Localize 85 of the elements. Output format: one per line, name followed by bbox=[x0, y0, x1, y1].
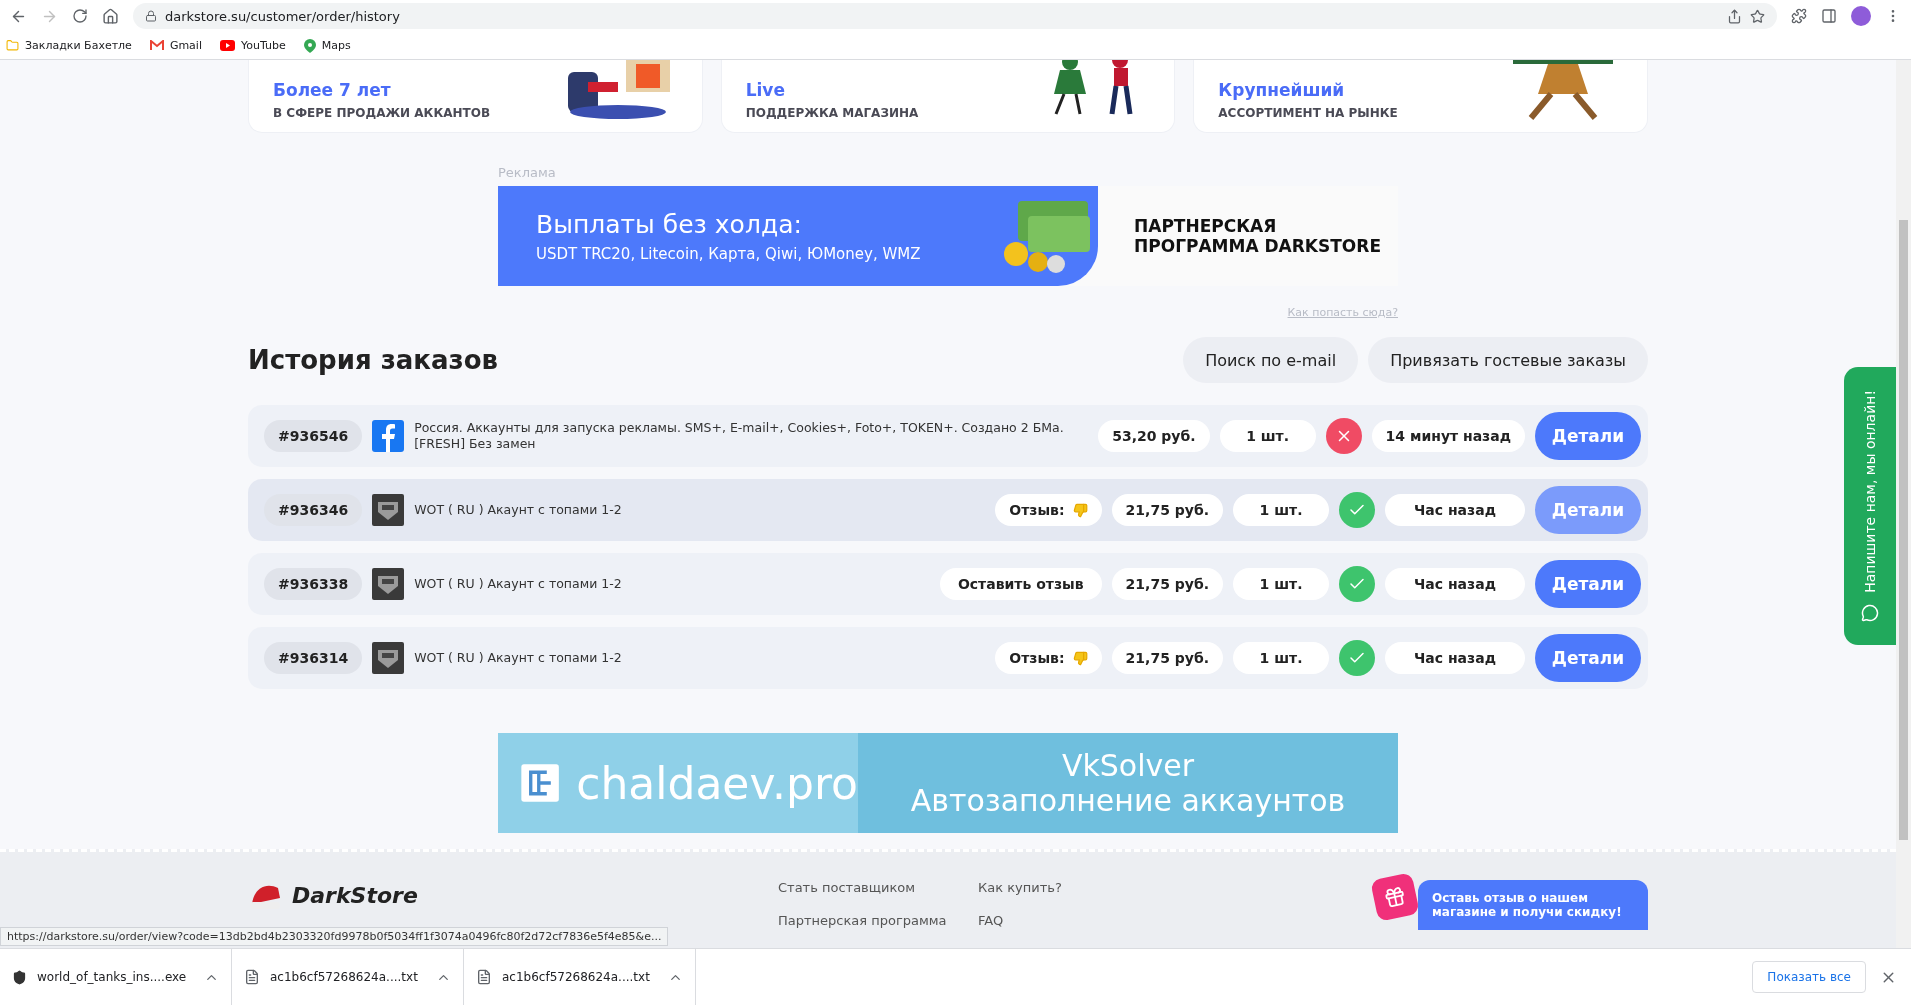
download-name: ac1b6cf57268624a....txt bbox=[502, 970, 651, 984]
bookmark-label: Maps bbox=[321, 39, 351, 52]
avatar[interactable] bbox=[1851, 6, 1871, 26]
ad-title: Выплаты без холда: bbox=[536, 209, 803, 239]
order-title: Россия. Аккаунты для запуска рекламы. SMS+, E-mail+, Cookies+, Foto+, TOKEN+. Создано 2 БМа. [FRESH] Без замен bbox=[414, 420, 1065, 452]
download-item[interactable]: ac1b6cf57268624a....txt bbox=[232, 949, 464, 1005]
ad-label: Реклама bbox=[498, 165, 557, 180]
review-promo-button[interactable]: Оставь отзыв о нашем магазине и получи скидку! bbox=[1418, 880, 1648, 930]
puzzle-icon[interactable] bbox=[1791, 8, 1807, 24]
details-button[interactable]: Детали bbox=[1535, 560, 1641, 608]
order-price: 21,75 руб. bbox=[1111, 642, 1223, 674]
history-action-button[interactable]: Привязать гостевые заказы bbox=[1368, 337, 1648, 383]
order-number: #936338 bbox=[264, 568, 363, 600]
order-number: #936314 bbox=[264, 642, 363, 674]
order-number: #936346 bbox=[264, 494, 363, 526]
thumbs-down-icon bbox=[1072, 650, 1088, 666]
footer-link[interactable]: FAQ bbox=[978, 913, 1178, 928]
order-quantity: 1 шт. bbox=[1233, 494, 1329, 526]
footer-logo[interactable]: DarkStore bbox=[292, 882, 418, 908]
facebook-logo-icon bbox=[372, 420, 405, 452]
download-name: world_of_tanks_ins....exe bbox=[37, 970, 188, 984]
feature-title: Более 7 лет bbox=[273, 80, 392, 100]
address-bar[interactable]: darkstore.su/customer/order/history bbox=[133, 3, 1777, 29]
lock-icon bbox=[145, 10, 157, 22]
ad-product: VkSolver bbox=[1061, 748, 1195, 783]
bookmark-label: YouTube bbox=[240, 39, 286, 52]
footer-link[interactable]: Стать поставщиком bbox=[778, 880, 978, 895]
order-time: Час назад bbox=[1385, 642, 1525, 674]
details-button[interactable]: Детали bbox=[1535, 412, 1641, 460]
order-time: Час назад bbox=[1385, 568, 1525, 600]
footer-link[interactable]: Как купить? bbox=[978, 880, 1178, 895]
star-icon[interactable] bbox=[1750, 8, 1765, 24]
order-price: 21,75 руб. bbox=[1111, 494, 1223, 526]
ad-brand: chaldaev.pro bbox=[576, 757, 858, 809]
ad-slogan: Автозаполнение аккаунтов bbox=[910, 783, 1346, 818]
review-rating: Отзыв: bbox=[995, 642, 1102, 674]
order-quantity: 1 шт. bbox=[1233, 568, 1329, 600]
order-price: 21,75 руб. bbox=[1111, 568, 1223, 600]
map-pin-icon bbox=[303, 38, 316, 53]
chat-icon bbox=[1861, 604, 1879, 623]
show-all-button[interactable]: Показать все bbox=[1752, 961, 1866, 993]
ad-subtitle: USDT TRC20, Litecoin, Карта, Qiwi, ЮMoney, WMZ bbox=[536, 244, 921, 263]
side-panel-icon[interactable] bbox=[1821, 8, 1837, 24]
history-action-button[interactable]: Поиск по e-mail bbox=[1183, 337, 1359, 383]
page-heading: История заказов bbox=[248, 345, 498, 375]
feature-title: Крупнейший bbox=[1218, 80, 1346, 100]
download-item[interactable]: world_of_tanks_ins....exe bbox=[0, 949, 232, 1005]
shield-icon bbox=[12, 969, 27, 985]
order-title: WOT ( RU ) Акаунт с топами 1-2 bbox=[414, 502, 623, 518]
feature-subtitle: В СФЕРЕ ПРОДАЖИ АККАНТОВ bbox=[273, 106, 491, 120]
order-quantity: 1 шт. bbox=[1219, 420, 1316, 452]
bookmark-label: Gmail bbox=[169, 39, 202, 52]
bookmark[interactable]: Gmail bbox=[149, 39, 202, 52]
download-name: ac1b6cf57268624a....txt bbox=[270, 970, 419, 984]
order-time: Час назад bbox=[1385, 494, 1525, 526]
download-item[interactable]: ac1b6cf57268624a....txt bbox=[464, 949, 696, 1005]
bookmark-label: Закладки Бахетле bbox=[25, 39, 132, 52]
bookmark[interactable]: Maps bbox=[303, 38, 351, 53]
bookmark[interactable]: Закладки Бахетле bbox=[6, 39, 132, 52]
file-icon bbox=[476, 969, 492, 985]
order-time: 14 минут назад bbox=[1371, 420, 1525, 452]
leave-review-button[interactable]: Оставить отзыв bbox=[939, 568, 1102, 600]
share-icon[interactable] bbox=[1727, 8, 1742, 24]
ad-partner-text: ПАРТНЕРСКАЯ ПРОГРАММА DARKSTORE bbox=[1133, 215, 1383, 258]
file-icon bbox=[244, 969, 260, 985]
status-url: https://darkstore.su/order/view?code=13db2bd4b2303320fd9978b0f5034ff1f3074a0496fc80f2d72cf7836e5f4e85&e... bbox=[0, 927, 669, 946]
bookmark[interactable]: YouTube bbox=[219, 39, 286, 52]
details-button[interactable]: Детали bbox=[1535, 634, 1641, 682]
reload-icon[interactable] bbox=[72, 8, 88, 24]
footer-link[interactable]: Партнерская программа bbox=[778, 913, 978, 928]
scrollbar[interactable] bbox=[1896, 60, 1911, 948]
folder-icon bbox=[6, 39, 19, 52]
order-price: 53,20 руб. bbox=[1098, 420, 1210, 452]
home-icon[interactable] bbox=[102, 7, 119, 25]
order-title: WOT ( RU ) Акаунт с топами 1-2 bbox=[414, 576, 623, 592]
feature-title: Live bbox=[745, 80, 786, 100]
order-title: WOT ( RU ) Акаунт с топами 1-2 bbox=[414, 650, 623, 666]
feature-subtitle: ПОДДЕРЖКА МАГАЗИНА bbox=[745, 106, 919, 120]
play-icon bbox=[219, 40, 235, 51]
thumbs-down-icon bbox=[1072, 502, 1088, 518]
review-rating: Отзыв: bbox=[995, 494, 1102, 526]
order-number: #936546 bbox=[264, 420, 363, 452]
order-quantity: 1 шт. bbox=[1233, 642, 1329, 674]
envelope-m-icon bbox=[149, 40, 164, 51]
feature-subtitle: АССОРТИМЕНТ НА РЫНКЕ bbox=[1218, 106, 1398, 120]
